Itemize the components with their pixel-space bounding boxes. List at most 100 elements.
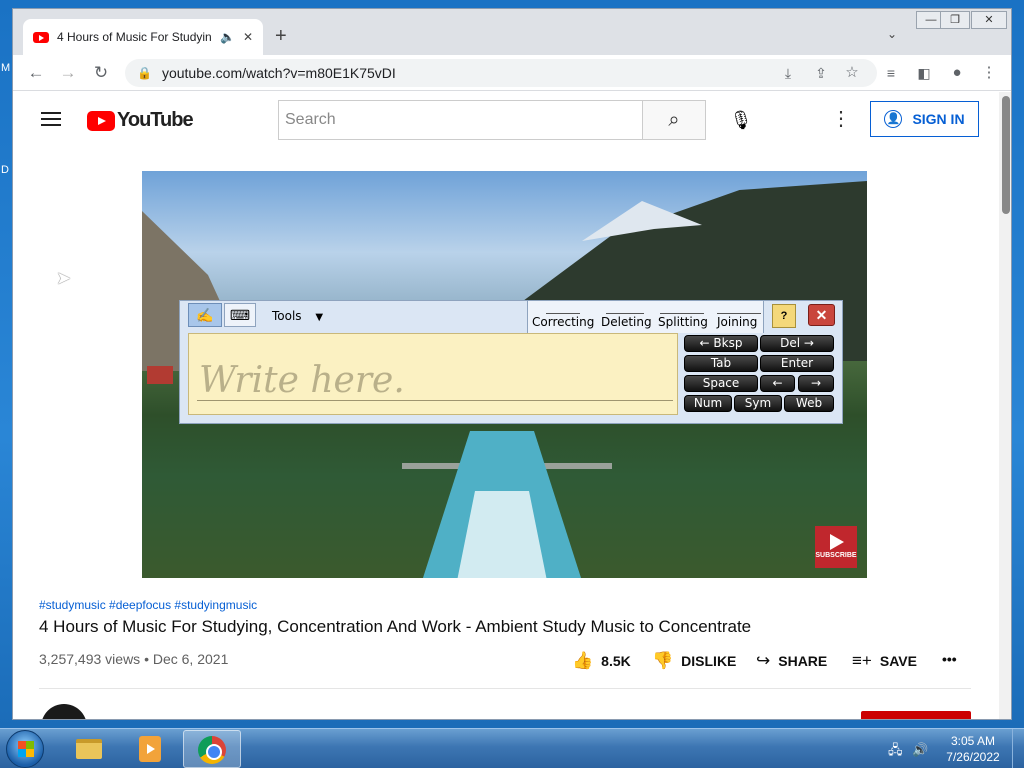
key-left-arrow[interactable]: ← (760, 375, 795, 392)
keyboard-icon[interactable]: ⌨ (224, 303, 256, 327)
subscribe-watermark[interactable]: SUBSCRIBE (815, 526, 857, 568)
writing-area[interactable]: Write here. (188, 333, 678, 415)
settings-more-icon[interactable]: ⋮ (831, 106, 851, 131)
search-input[interactable]: Search (278, 100, 643, 140)
profile-icon[interactable]: ● (945, 61, 969, 85)
forward-icon[interactable]: → (56, 61, 80, 85)
reload-icon[interactable]: ↻ (89, 61, 113, 85)
more-icon: ••• (942, 651, 957, 667)
lock-icon[interactable]: 🔒 (137, 66, 152, 80)
youtube-favicon-icon (33, 31, 49, 43)
divider (39, 688, 971, 689)
close-tab-icon[interactable]: ✕ (243, 30, 253, 44)
dislike-label: DISLIKE (681, 653, 737, 669)
write-hint: Write here. (199, 360, 405, 401)
joining-gesture-icon (717, 304, 761, 314)
share-icon[interactable]: ⇪ (809, 61, 833, 85)
search-button[interactable]: ⌕ (642, 100, 706, 140)
key-enter[interactable]: Enter (760, 355, 834, 372)
tab-search-chevron-icon[interactable]: ⌄ (887, 27, 897, 41)
gesture-joining[interactable]: Joining (717, 315, 757, 329)
youtube-logo[interactable]: YouTube (87, 109, 194, 132)
gesture-deleting[interactable]: Deleting (601, 315, 652, 329)
key-web[interactable]: Web (784, 395, 834, 412)
url-text: youtube.com/watch?v=m80E1K75vDI (161, 65, 396, 81)
close-window-button[interactable]: ✕ (971, 11, 1007, 29)
folder-icon (76, 739, 102, 759)
more-actions-button[interactable]: ••• (942, 651, 957, 667)
hamburger-menu-icon[interactable] (41, 112, 61, 126)
close-panel-button[interactable]: ✕ (808, 304, 835, 326)
star-icon[interactable]: ☆ (840, 61, 864, 85)
like-button[interactable]: 👍 8.5K (572, 651, 631, 671)
audio-playing-icon[interactable]: 🔈 (220, 30, 235, 44)
dislike-button[interactable]: 👎 DISLIKE (652, 651, 736, 671)
system-tray: 🖧 🔊 (888, 741, 928, 763)
media-control-icon[interactable]: ≡ (879, 61, 903, 85)
network-icon[interactable]: 🖧 (888, 742, 903, 757)
youtube-play-icon (87, 110, 115, 131)
splitting-gesture-icon (660, 304, 704, 314)
tools-menu[interactable]: Tools ▼ (272, 309, 323, 323)
video-meta: 3,257,493 views • Dec 6, 2021 (39, 651, 229, 667)
youtube-wordmark: YouTube (117, 109, 194, 131)
start-button[interactable] (6, 730, 44, 768)
help-icon[interactable]: ? (772, 304, 796, 328)
clock[interactable]: 3:05 AM 7/26/2022 (944, 733, 1002, 765)
browser-titlebar: 4 Hours of Music For Studyin 🔈 ✕ + ⌄ — ❐… (13, 9, 1011, 55)
key-num[interactable]: Num (684, 395, 732, 412)
desktop-edge-glyph: M (1, 62, 11, 74)
youtube-header: YouTube Search ⌕ 🎙 ⋮ 👤 SIGN IN (13, 92, 999, 148)
taskbar: 🖧 🔊 3:05 AM 7/26/2022 (0, 728, 1024, 768)
browser-toolbar: ← → ↻ 🔒 youtube.com/watch?v=m80E1K75vDI … (13, 55, 1011, 91)
video-hashtags[interactable]: #studymusic #deepfocus #studyingmusic (39, 598, 257, 612)
clock-date: 7/26/2022 (946, 750, 1000, 764)
volume-icon[interactable]: 🔊 (912, 742, 928, 757)
correcting-gesture-icon (546, 304, 580, 314)
windows-logo-icon (18, 741, 34, 757)
key-space[interactable]: Space (684, 375, 758, 392)
microphone-icon[interactable]: 🎙 (723, 102, 759, 138)
chrome-taskbar-button[interactable] (183, 730, 241, 768)
dropdown-arrow-icon: ▼ (315, 312, 324, 323)
desktop-edge-glyph: D (1, 164, 9, 176)
save-label: SAVE (879, 653, 917, 669)
key-sym[interactable]: Sym (734, 395, 782, 412)
writing-pad-icon[interactable]: ✍ (188, 303, 222, 327)
address-bar[interactable]: 🔒 youtube.com/watch?v=m80E1K75vDI (125, 59, 877, 87)
video-scene-house (147, 366, 173, 384)
show-desktop-button[interactable] (1012, 729, 1024, 768)
scrollbar-thumb[interactable] (1002, 96, 1010, 214)
share-button[interactable]: ↪ SHARE (756, 651, 827, 671)
clock-time: 3:05 AM (950, 734, 996, 748)
key-right-arrow[interactable]: → (798, 375, 834, 392)
save-button[interactable]: ≡+ SAVE (852, 651, 917, 671)
gesture-bar: Correcting Deleting Splitting Joining (527, 301, 764, 333)
back-icon[interactable]: ← (24, 61, 48, 85)
key-delete[interactable]: Del → (760, 335, 834, 352)
gesture-splitting[interactable]: Splitting (658, 315, 708, 329)
subscribe-button[interactable] (861, 711, 971, 719)
new-tab-button[interactable]: + (275, 25, 287, 48)
sign-in-button[interactable]: 👤 SIGN IN (870, 101, 979, 137)
key-backspace[interactable]: ← Bksp (684, 335, 758, 352)
maximize-button[interactable]: ❐ (940, 11, 970, 29)
media-player-taskbar-button[interactable] (121, 730, 179, 768)
explorer-taskbar-button[interactable] (60, 730, 118, 768)
chrome-icon (198, 736, 226, 764)
tablet-input-panel: ✍ ⌨ Tools ▼ Correcting Deleting Splittin… (179, 300, 843, 424)
channel-avatar[interactable] (41, 704, 87, 719)
menu-icon[interactable]: ⋮ (977, 61, 1001, 85)
key-tab[interactable]: Tab (684, 355, 758, 372)
install-icon[interactable]: ⤓ (776, 61, 800, 85)
mouse-cursor-icon: ➤ (56, 268, 72, 288)
share-arrow-icon: ↪ (756, 651, 771, 670)
media-player-icon (139, 736, 161, 762)
page-scrollbar[interactable] (999, 92, 1011, 719)
gesture-correcting[interactable]: Correcting (532, 315, 594, 329)
browser-tab[interactable]: 4 Hours of Music For Studyin 🔈 ✕ (23, 19, 263, 55)
panel-keys: ← Bksp Del → Tab Enter Space ← → Num Sym… (684, 335, 836, 415)
sign-in-label: SIGN IN (912, 111, 965, 127)
share-label: SHARE (778, 653, 828, 669)
side-panel-icon[interactable]: ◧ (912, 61, 936, 85)
